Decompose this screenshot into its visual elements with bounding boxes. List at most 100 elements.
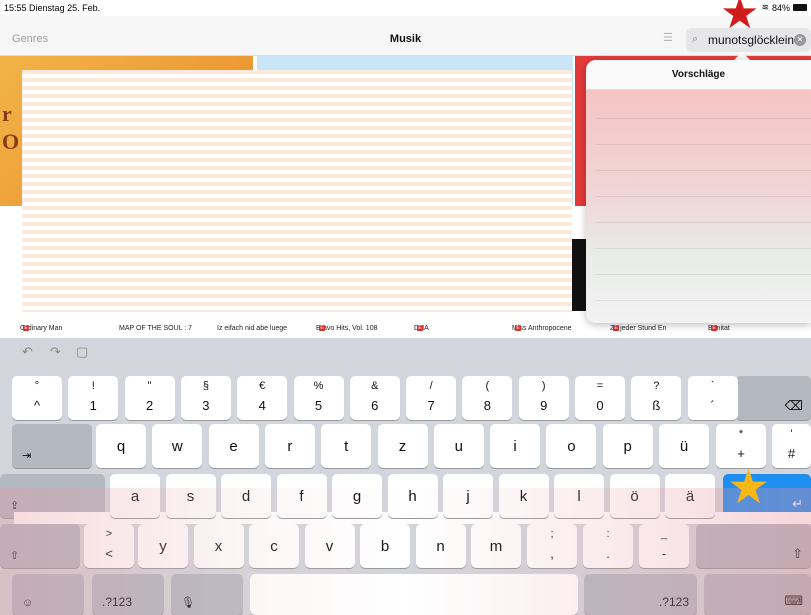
key-label: r bbox=[287, 438, 293, 455]
key-b[interactable]: b bbox=[360, 524, 410, 568]
numbers-key-right[interactable]: .?123 bbox=[584, 574, 697, 615]
key-label: b bbox=[380, 538, 390, 555]
key-e[interactable]: e bbox=[208, 424, 259, 468]
explicit-badge: E bbox=[23, 325, 29, 331]
key-d[interactable]: d bbox=[221, 474, 271, 518]
status-right: ≋ 84% bbox=[761, 2, 807, 13]
key-label: ( bbox=[485, 380, 490, 392]
key-r[interactable]: r bbox=[264, 424, 315, 468]
key-number-11[interactable]: ? ß bbox=[631, 376, 682, 420]
dictation-key[interactable]: 🎙 bbox=[171, 574, 243, 615]
hide-keyboard-key[interactable]: ⌨ bbox=[704, 574, 811, 615]
key-ö[interactable]: ö bbox=[609, 474, 660, 518]
key-label: i bbox=[513, 438, 517, 455]
numbers-key-label: .?123 bbox=[102, 595, 133, 609]
key-number-9[interactable]: ) 9 bbox=[518, 376, 569, 420]
date-text: Dienstag 25. Feb. bbox=[29, 3, 101, 13]
key-number-2[interactable]: " 2 bbox=[124, 376, 175, 420]
key-label: h bbox=[408, 488, 417, 505]
key-label: s bbox=[186, 488, 195, 505]
key-label: p bbox=[623, 438, 632, 455]
key-angle-brackets[interactable]: > < bbox=[84, 524, 134, 568]
search-icon: ⌕ bbox=[692, 33, 699, 45]
key-number-6[interactable]: & 6 bbox=[349, 376, 400, 420]
key-punct-0[interactable]: ;, bbox=[527, 524, 577, 568]
key-label: > bbox=[105, 528, 113, 540]
space-key[interactable] bbox=[250, 574, 578, 615]
key-f[interactable]: f bbox=[276, 474, 327, 518]
key-label: € bbox=[259, 380, 266, 392]
key-h[interactable]: h bbox=[387, 474, 438, 518]
key-s[interactable]: s bbox=[165, 474, 216, 518]
explicit-badge: E bbox=[319, 325, 325, 331]
list-icon[interactable]: ☰ bbox=[663, 33, 675, 44]
key-i[interactable]: i bbox=[490, 424, 541, 468]
key-m[interactable]: m bbox=[471, 524, 521, 568]
key-o[interactable]: o bbox=[546, 424, 597, 468]
key-label: z bbox=[398, 438, 407, 455]
key-w[interactable]: w bbox=[152, 424, 203, 468]
key-label: ^ bbox=[33, 398, 41, 413]
suggestion-divider bbox=[596, 248, 811, 249]
undo-icon[interactable]: ↶ bbox=[22, 344, 33, 360]
numbers-key-left[interactable]: .?123 bbox=[92, 574, 164, 615]
clear-search-icon[interactable]: ✕ bbox=[794, 34, 806, 46]
key-number-8[interactable]: (8 bbox=[462, 376, 513, 420]
key-ü[interactable]: ü bbox=[659, 424, 709, 468]
key-k[interactable]: k bbox=[498, 474, 549, 518]
tab-icon: ⇥ bbox=[22, 450, 32, 462]
key-x[interactable]: x bbox=[193, 524, 244, 568]
key-number-12[interactable]: ` ´ bbox=[687, 376, 738, 420]
key-number-0[interactable]: ° ^ bbox=[12, 376, 62, 420]
hide-keyboard-icon: ⌨ bbox=[784, 593, 803, 608]
key-label: v bbox=[325, 538, 334, 555]
paste-icon[interactable]: ▢ bbox=[76, 344, 88, 360]
key-t[interactable]: t bbox=[321, 424, 372, 468]
key-a[interactable]: a bbox=[110, 474, 160, 518]
backspace-key[interactable]: ⌫ bbox=[736, 376, 811, 420]
key-l[interactable]: l bbox=[554, 474, 604, 518]
redo-icon[interactable]: ↷ bbox=[50, 344, 61, 360]
key-j[interactable]: j bbox=[443, 474, 493, 518]
key-n[interactable]: n bbox=[415, 524, 466, 568]
key-label: n bbox=[436, 538, 445, 555]
key-punct-2[interactable]: _ - bbox=[639, 524, 689, 568]
suggestion-divider bbox=[596, 274, 811, 275]
tab-key[interactable]: ⇥ bbox=[12, 424, 92, 468]
shift-right-key[interactable]: ⇧ bbox=[696, 524, 811, 568]
backspace-icon: ⌫ bbox=[784, 398, 803, 413]
key-label: t bbox=[344, 438, 349, 455]
key-symbol-1[interactable]: ' # bbox=[772, 424, 811, 468]
key-label: & bbox=[371, 380, 379, 392]
key-number-4[interactable]: €4 bbox=[237, 376, 288, 420]
key-label: . bbox=[606, 546, 610, 561]
banner-text: r O bbox=[2, 100, 19, 156]
explicit-badge: E bbox=[613, 325, 619, 331]
key-label: ` bbox=[710, 380, 715, 392]
key-number-7[interactable]: /7 bbox=[406, 376, 457, 420]
key-number-1[interactable]: ! 1 bbox=[68, 376, 119, 420]
key-g[interactable]: g bbox=[332, 474, 382, 518]
key-label: m bbox=[489, 538, 503, 555]
key-punct-1[interactable]: :. bbox=[583, 524, 633, 568]
key-number-10[interactable]: = 0 bbox=[575, 376, 625, 420]
key-u[interactable]: u bbox=[433, 424, 484, 468]
key-label: ß bbox=[652, 398, 661, 413]
suggestion-divider bbox=[596, 300, 811, 301]
key-number-3[interactable]: § 3 bbox=[180, 376, 231, 420]
suggestions-list bbox=[586, 90, 811, 323]
keyboard-toolbar: ↶ ↷ ▢ bbox=[0, 338, 811, 368]
key-q[interactable]: q bbox=[96, 424, 146, 468]
key-y[interactable]: y bbox=[138, 524, 188, 568]
key-label: j bbox=[466, 488, 470, 505]
album-cover[interactable] bbox=[571, 239, 586, 311]
emoji-key[interactable]: ☺ bbox=[12, 574, 84, 615]
key-p[interactable]: p bbox=[602, 424, 653, 468]
shift-left-key[interactable]: ⇧ bbox=[0, 524, 80, 568]
key-z[interactable]: z bbox=[377, 424, 428, 468]
key-label: 7 bbox=[427, 398, 435, 413]
key-c[interactable]: c bbox=[249, 524, 299, 568]
key-v[interactable]: v bbox=[304, 524, 355, 568]
key-ä[interactable]: ä bbox=[665, 474, 715, 518]
key-number-5[interactable]: % 5 bbox=[293, 376, 344, 420]
